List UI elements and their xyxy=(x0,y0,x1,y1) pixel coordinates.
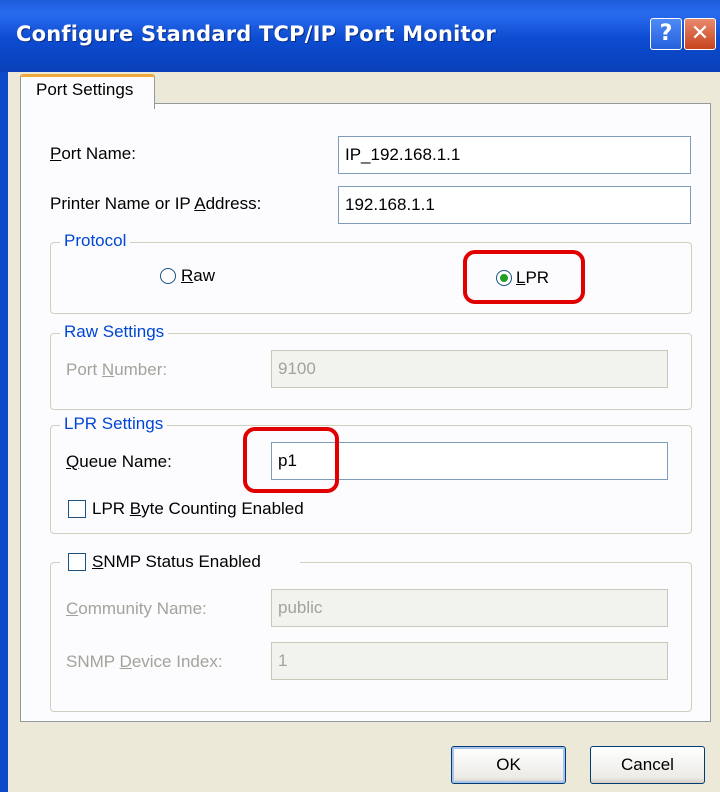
queue-highlight-annotation xyxy=(243,427,339,493)
community-name-label: Community Name: xyxy=(66,599,207,618)
lpr-byte-counting-label[interactable]: LPR Byte Counting Enabled xyxy=(92,499,304,519)
raw-settings-title: Raw Settings xyxy=(60,322,169,342)
port-number-input[interactable]: 9100 xyxy=(271,350,668,388)
tab-port-settings-label: Port Settings xyxy=(36,80,134,99)
cancel-button[interactable]: Cancel xyxy=(590,746,705,784)
community-name-input[interactable]: public xyxy=(271,589,668,627)
raw-radio-label[interactable]: Raw xyxy=(181,266,215,286)
lpr-radio-dot xyxy=(500,274,508,282)
window-frame-left xyxy=(0,72,8,792)
window-title: Configure Standard TCP/IP Port Monitor xyxy=(16,22,496,46)
lpr-radio-label[interactable]: LPR xyxy=(516,268,549,288)
port-number-label: Port Number: xyxy=(66,360,168,379)
snmp-group xyxy=(50,562,692,712)
close-button[interactable]: ✕ xyxy=(684,18,716,50)
raw-radio[interactable] xyxy=(160,268,176,284)
printer-address-label: Printer Name or IP Address: xyxy=(50,194,262,213)
help-button[interactable]: ? xyxy=(650,18,682,50)
snmp-device-index-label: SNMP Device Index: xyxy=(66,652,223,671)
ok-button[interactable]: OK xyxy=(451,746,566,784)
snmp-status-checkbox[interactable] xyxy=(68,553,86,571)
lpr-radio[interactable] xyxy=(496,270,512,286)
snmp-status-label[interactable]: SNMP Status Enabled xyxy=(92,552,261,572)
queue-name-label: Queue Name: xyxy=(66,452,172,471)
protocol-group xyxy=(50,242,692,314)
protocol-group-title: Protocol xyxy=(60,231,131,251)
printer-address-input[interactable]: 192.168.1.1 xyxy=(338,186,691,224)
snmp-device-index-input[interactable]: 1 xyxy=(271,642,668,680)
lpr-byte-counting-checkbox[interactable] xyxy=(68,500,86,518)
lpr-settings-title: LPR Settings xyxy=(60,414,168,434)
port-name-input[interactable]: IP_192.168.1.1 xyxy=(338,136,691,174)
port-name-label: Port Name: xyxy=(50,144,136,163)
